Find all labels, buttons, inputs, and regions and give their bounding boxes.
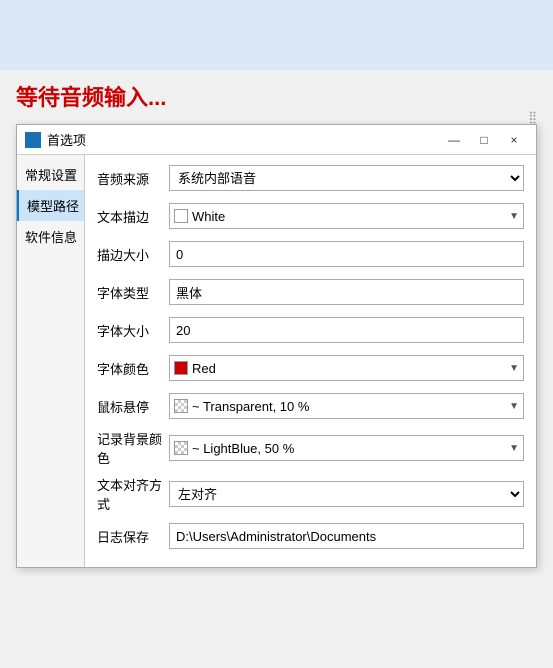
window-controls: — □ × [440, 130, 528, 150]
text-align-select[interactable]: 左对齐 居中 右对齐 [169, 481, 524, 507]
font-size-row: 字体大小 [97, 315, 524, 345]
text-outline-label: 文本描边 [97, 207, 169, 226]
dropdown-arrow-icon: ▼ [509, 211, 519, 222]
title-bar: 首选项 — □ × [17, 125, 536, 155]
text-outline-value: White [192, 209, 225, 224]
dialog-icon [25, 132, 41, 148]
font-type-label: 字体类型 [97, 283, 169, 302]
bg-color-label: 记录背景颜色 [97, 429, 169, 467]
sidebar: 常规设置 模型路径 软件信息 [17, 155, 85, 567]
text-align-control: 左对齐 居中 右对齐 [169, 481, 524, 507]
log-save-input[interactable] [169, 523, 524, 549]
outline-size-label: 描边大小 [97, 245, 169, 264]
text-align-label: 文本对齐方式 [97, 475, 169, 513]
font-size-input[interactable] [169, 317, 524, 343]
close-button[interactable]: × [500, 130, 528, 150]
mouse-hover-value: ~ Transparent, 10 % [192, 399, 309, 414]
mouse-hover-control: ~ Transparent, 10 % ▼ [169, 393, 524, 419]
text-outline-row: 文本描边 White ▼ [97, 201, 524, 231]
bg-color-select[interactable]: ~ LightBlue, 50 % ▼ [169, 435, 524, 461]
font-color-label: 字体颜色 [97, 359, 169, 378]
settings-content: 音频来源 系统内部语音 麦克风 其他 文本描边 White [85, 155, 536, 567]
transparent-swatch [174, 399, 188, 413]
text-outline-control: White ▼ [169, 203, 524, 229]
bg-color-value: ~ LightBlue, 50 % [192, 441, 294, 456]
sidebar-item-general[interactable]: 常规设置 [17, 159, 84, 190]
waiting-dots-icon: ⣿ [0, 110, 553, 124]
font-type-row: 字体类型 [97, 277, 524, 307]
font-color-control: Red ▼ [169, 355, 524, 381]
font-color-row: 字体颜色 Red ▼ [97, 353, 524, 383]
font-type-control [169, 279, 524, 305]
font-color-value: Red [192, 361, 216, 376]
audio-source-select[interactable]: 系统内部语音 麦克风 其他 [169, 165, 524, 191]
waiting-label: 等待音频输入... [0, 74, 553, 114]
audio-preview-area [0, 0, 553, 70]
mouse-hover-label: 鼠标悬停 [97, 397, 169, 416]
mouse-hover-select[interactable]: ~ Transparent, 10 % ▼ [169, 393, 524, 419]
minimize-button[interactable]: — [440, 130, 468, 150]
dialog-body: 常规设置 模型路径 软件信息 音频来源 系统内部语音 麦克风 其他 文本描边 [17, 155, 536, 567]
outline-size-control [169, 241, 524, 267]
text-outline-select[interactable]: White ▼ [169, 203, 524, 229]
lightblue-swatch [174, 441, 188, 455]
sidebar-item-info[interactable]: 软件信息 [17, 221, 84, 252]
red-swatch [174, 361, 188, 375]
maximize-button[interactable]: □ [470, 130, 498, 150]
audio-source-label: 音频来源 [97, 169, 169, 188]
outline-size-row: 描边大小 [97, 239, 524, 269]
font-type-input[interactable] [169, 279, 524, 305]
font-color-select[interactable]: Red ▼ [169, 355, 524, 381]
audio-source-row: 音频来源 系统内部语音 麦克风 其他 [97, 163, 524, 193]
font-size-control [169, 317, 524, 343]
log-save-label: 日志保存 [97, 527, 169, 546]
text-align-row: 文本对齐方式 左对齐 居中 右对齐 [97, 475, 524, 513]
sidebar-item-model[interactable]: 模型路径 [17, 190, 84, 221]
mouse-hover-arrow-icon: ▼ [509, 401, 519, 412]
mouse-hover-row: 鼠标悬停 ~ Transparent, 10 % ▼ [97, 391, 524, 421]
white-swatch [174, 209, 188, 223]
outline-size-input[interactable] [169, 241, 524, 267]
dialog-title: 首选项 [47, 130, 440, 149]
audio-source-control: 系统内部语音 麦克风 其他 [169, 165, 524, 191]
font-color-arrow-icon: ▼ [509, 363, 519, 374]
log-save-row: 日志保存 [97, 521, 524, 551]
bg-color-row: 记录背景颜色 ~ LightBlue, 50 % ▼ [97, 429, 524, 467]
font-size-label: 字体大小 [97, 321, 169, 340]
preferences-dialog: 首选项 — □ × 常规设置 模型路径 软件信息 音频来源 系统内部语音 麦克风 [16, 124, 537, 568]
bg-color-control: ~ LightBlue, 50 % ▼ [169, 435, 524, 461]
log-save-control [169, 523, 524, 549]
bg-color-arrow-icon: ▼ [509, 443, 519, 454]
